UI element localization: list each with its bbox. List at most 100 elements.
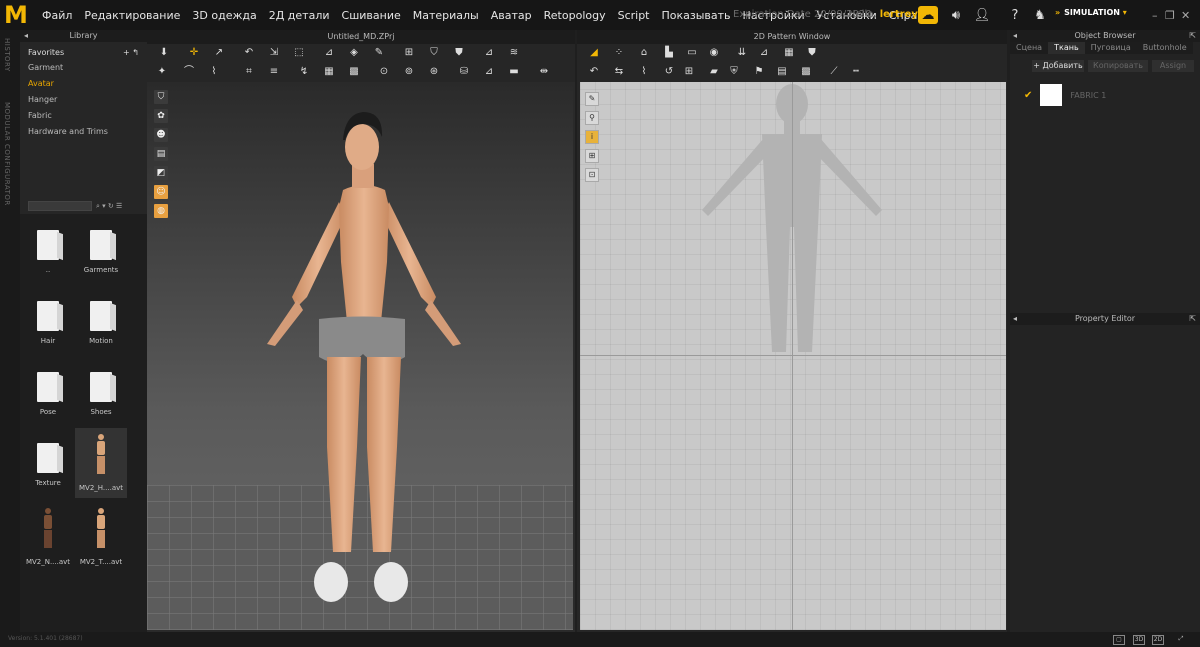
pattern-canvas[interactable] <box>580 82 1006 630</box>
brush-tool-icon[interactable]: ✎ <box>372 47 386 59</box>
pin-tool-icon[interactable]: ⊿ <box>322 47 336 59</box>
folder-pose[interactable]: Pose <box>22 360 74 430</box>
2d-view-button[interactable]: 2D <box>1152 635 1164 645</box>
strengthen-tool-icon[interactable]: ⊞ <box>402 47 416 59</box>
fold-arrangement-icon[interactable]: ⊞ <box>682 66 696 78</box>
mesh-tool-icon[interactable]: ▦ <box>322 66 336 78</box>
menu-script[interactable]: Script <box>612 9 656 22</box>
trousers-tool-icon[interactable]: ⛊ <box>452 47 466 59</box>
restore-button[interactable]: ❐ <box>1165 9 1175 22</box>
avatar-file-mv2-t[interactable]: MV2_T....avt <box>75 502 127 572</box>
tab-fabric[interactable]: Ткань <box>1048 42 1085 54</box>
trim-tool-icon[interactable]: ⊿ <box>482 66 496 78</box>
folder-shoes[interactable]: Shoes <box>75 360 127 430</box>
select-mesh-tool-icon[interactable]: ⬇ <box>157 47 171 59</box>
measure-tool-icon[interactable]: ⊿ <box>482 47 496 59</box>
circle-icon[interactable]: ◉ <box>707 47 721 59</box>
fabric-render-icon[interactable]: ✿ <box>154 109 168 123</box>
favorite-garment[interactable]: Garment <box>28 63 139 72</box>
fullscreen-button[interactable]: ⤢ <box>1175 635 1187 645</box>
transform-pattern-icon[interactable]: ◢ <box>587 47 601 59</box>
search-icon[interactable]: ⌕ <box>96 202 100 210</box>
free-sewing-icon[interactable]: ⇆ <box>612 66 626 78</box>
help-icon[interactable]: ? <box>1005 6 1025 24</box>
check-sewing-icon[interactable]: ⌇ <box>637 66 651 78</box>
edit-curve-point-icon[interactable]: ⌂ <box>637 47 651 59</box>
grading-icon[interactable]: ⊡ <box>585 168 599 182</box>
topstitch-tool-icon[interactable]: ≡ <box>267 66 281 78</box>
transform-tool-icon[interactable]: ✛ <box>187 47 201 59</box>
pin-icon[interactable]: ◂ <box>24 30 28 42</box>
dashed-line-icon[interactable]: ┅ <box>849 66 863 78</box>
assign-fabric-button[interactable]: Assign <box>1152 60 1194 72</box>
3d-view-button[interactable]: 3D <box>1133 635 1145 645</box>
align-tool-icon[interactable]: ⇹ <box>537 66 551 78</box>
favorite-fabric[interactable]: Fabric <box>28 111 139 120</box>
folder-motion[interactable]: Motion <box>75 289 127 359</box>
pin-icon[interactable]: ◂ <box>1013 313 1017 325</box>
garment-visibility-icon[interactable]: ⛉ <box>154 90 168 104</box>
folder-garments[interactable]: Garments <box>75 218 127 288</box>
modular-configurator-tab[interactable]: MODULAR CONFIGURATOR <box>3 102 11 206</box>
folder-texture[interactable]: Texture <box>22 431 74 501</box>
3d-viewport[interactable] <box>147 82 573 630</box>
polygon-icon[interactable]: ▙ <box>662 47 676 59</box>
avatar-file-mv2-n[interactable]: MV2_N....avt <box>22 502 74 572</box>
cow-icon[interactable]: ♞ <box>1030 6 1050 24</box>
menu-materials[interactable]: Материалы <box>407 9 485 22</box>
stack-tool-icon[interactable]: ≋ <box>507 47 521 59</box>
pin-display-icon[interactable]: ◩ <box>154 166 168 180</box>
tack-tool-icon[interactable]: ⬚ <box>292 47 306 59</box>
shirt-tool-icon[interactable]: ⛉ <box>427 47 441 59</box>
close-button[interactable]: ✕ <box>1181 9 1190 22</box>
favorite-hardware-trims[interactable]: Hardware and Trims <box>28 127 139 136</box>
pattern-tool-icon[interactable]: ▩ <box>347 66 361 78</box>
trace-icon[interactable]: ⚑ <box>752 66 766 78</box>
single-view-button[interactable]: ▢ <box>1113 635 1125 645</box>
view-mode-icon[interactable]: ☰ <box>116 202 122 210</box>
grid-icon[interactable]: ▦ <box>782 47 796 59</box>
flip-icon[interactable]: ⇊ <box>735 47 749 59</box>
simulation-mode-select[interactable]: » SIMULATION ▾ <box>1055 8 1137 22</box>
texture-visibility-icon[interactable]: ⚲ <box>585 111 599 125</box>
favorite-hanger[interactable]: Hanger <box>28 95 139 104</box>
tab-button[interactable]: Пуговица <box>1084 42 1137 54</box>
menu-3d-garment[interactable]: 3D одежда <box>186 9 262 22</box>
undock-icon[interactable]: ⇱ <box>1189 313 1196 325</box>
history-tab[interactable]: HISTORY <box>3 38 11 72</box>
folder-parent[interactable]: .. <box>22 218 74 288</box>
edit-pattern-icon[interactable]: ⁘ <box>612 47 626 59</box>
tab-buttonhole[interactable]: Buttonhole <box>1136 42 1193 54</box>
copy-fabric-button[interactable]: Копировать <box>1088 60 1148 72</box>
dart-icon[interactable]: ⊿ <box>757 47 771 59</box>
avatar-model[interactable] <box>147 82 573 630</box>
edit-texture-icon[interactable]: ▰ <box>707 66 721 78</box>
app-logo[interactable]: M <box>0 0 32 30</box>
texture-tool-icon[interactable]: ▬ <box>507 66 521 78</box>
menu-display[interactable]: Показывать <box>656 9 737 22</box>
tab-scene[interactable]: Сцена <box>1010 42 1049 54</box>
line-tool-icon[interactable]: ⟋ <box>827 66 841 78</box>
menu-sewing[interactable]: Сшивание <box>336 9 407 22</box>
cloud-icon[interactable]: ☁ <box>918 6 938 24</box>
favorite-avatar[interactable]: Avatar <box>28 79 139 88</box>
edit-tool-icon[interactable]: ↗ <box>212 47 226 59</box>
minimize-button[interactable]: – <box>1152 9 1158 22</box>
pin-icon[interactable]: ◂ <box>1013 30 1017 42</box>
buttonhole-tool-icon[interactable]: ⊚ <box>402 66 416 78</box>
pattern-visibility-icon[interactable]: ✎ <box>585 92 599 106</box>
notch-icon[interactable]: ⊞ <box>585 149 599 163</box>
speaker-icon[interactable]: 🔊︎ <box>946 6 966 24</box>
back-icon[interactable]: ↰ <box>132 48 139 57</box>
pin-box-tool-icon[interactable]: ◈ <box>347 47 361 59</box>
add-favorite-icon[interactable]: + <box>123 48 130 57</box>
add-fabric-button[interactable]: + Добавить <box>1032 60 1084 72</box>
fabric-item[interactable]: ✔ FABRIC 1 <box>1024 84 1106 106</box>
avatar-tool-icon[interactable]: ✦ <box>155 66 169 78</box>
menu-edit[interactable]: Редактирование <box>78 9 186 22</box>
edit-curve-tool-icon[interactable]: ↯ <box>297 66 311 78</box>
library-search-input[interactable] <box>28 201 92 211</box>
pattern-check-icon[interactable]: ▩ <box>799 66 813 78</box>
rectangle-icon[interactable]: ▭ <box>685 47 699 59</box>
pattern-grid-icon[interactable]: ▤ <box>775 66 789 78</box>
